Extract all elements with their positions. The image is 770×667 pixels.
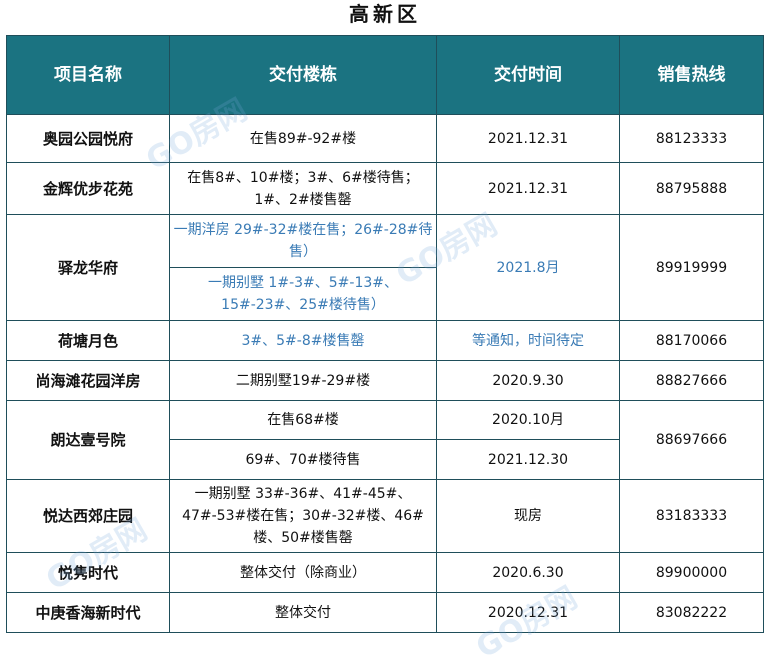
buildings-cell: 整体交付 [169,592,437,633]
header-project-name: 项目名称 [6,35,170,115]
table-row: 朗达壹号院 在售68#楼 2020.10月 88697666 [6,400,764,480]
header-delivery-time: 交付时间 [436,35,620,115]
buildings-cell: 整体交付（除商业） [169,552,437,593]
table-row: 悦达西郊庄园 一期别墅 33#-36#、41#-45#、47#-53#楼在售；3… [6,479,764,553]
table-row: 金辉优步花苑 在售8#、10#楼；3#、6#楼待售；1#、2#楼售罄 2021.… [6,162,764,215]
header-buildings: 交付楼栋 [169,35,437,115]
project-name: 驿龙华府 [6,214,170,321]
buildings-cell: 一期洋房 29#-32#楼在售；26#-28#待售） [169,214,437,268]
project-name: 金辉优步花苑 [6,162,170,215]
delivery-time-cell: 2021.12.30 [436,439,620,480]
project-name: 朗达壹号院 [6,400,170,480]
delivery-time-cell: 2021.8月 [436,214,620,321]
hotline-cell: 83183333 [619,479,764,553]
table-row: 驿龙华府 一期洋房 29#-32#楼在售；26#-28#待售） 2021.8月 … [6,214,764,321]
page-title: 高新区 [349,2,421,26]
hotline-cell: 88795888 [619,162,764,215]
table-row: 荷塘月色 3#、5#-8#楼售罄 等通知，时间待定 88170066 [6,320,764,361]
buildings-cell: 在售8#、10#楼；3#、6#楼待售；1#、2#楼售罄 [169,162,437,215]
buildings-cell: 3#、5#-8#楼售罄 [169,320,437,361]
hotline-cell: 88697666 [619,400,764,480]
delivery-time-cell: 2020.10月 [436,400,620,440]
hotline-cell: 89919999 [619,214,764,321]
project-name: 中庚香海新时代 [6,592,170,633]
header-row: 项目名称 交付楼栋 交付时间 销售热线 [6,35,764,115]
delivery-time-cell: 2021.12.31 [436,162,620,215]
buildings-cell: 在售89#-92#楼 [169,114,437,163]
buildings-cell: 一期别墅 1#-3#、5#-13#、15#-23#、25#楼待售） [169,267,437,321]
delivery-time-cell: 2020.9.30 [436,360,620,401]
hotline-cell: 88827666 [619,360,764,401]
delivery-time-cell: 2020.6.30 [436,552,620,593]
table-row: 奥园公园悦府 在售89#-92#楼 2021.12.31 88123333 [6,114,764,163]
delivery-time-cell: 2020.12.31 [436,592,620,633]
hotline-cell: 88123333 [619,114,764,163]
table-row: 悦隽时代 整体交付（除商业） 2020.6.30 89900000 [6,552,764,593]
table-row: 中庚香海新时代 整体交付 2020.12.31 83082222 [6,592,764,633]
table-row: 尚海滩花园洋房 二期别墅19#-29#楼 2020.9.30 88827666 [6,360,764,401]
project-name: 悦达西郊庄园 [6,479,170,553]
buildings-cell: 二期别墅19#-29#楼 [169,360,437,401]
hotline-cell: 89900000 [619,552,764,593]
buildings-cell: 一期别墅 33#-36#、41#-45#、47#-53#楼在售；30#-32#楼… [169,479,437,553]
project-name: 尚海滩花园洋房 [6,360,170,401]
hotline-cell: 83082222 [619,592,764,633]
delivery-table: 项目名称 交付楼栋 交付时间 销售热线 奥园公园悦府 在售89#-92#楼 20… [6,35,764,633]
project-name: 荷塘月色 [6,320,170,361]
project-name: 奥园公园悦府 [6,114,170,163]
hotline-cell: 88170066 [619,320,764,361]
delivery-time-cell: 等通知，时间待定 [436,320,620,361]
buildings-cell: 在售68#楼 [169,400,437,440]
delivery-time-cell: 现房 [436,479,620,553]
delivery-time-cell: 2021.12.31 [436,114,620,163]
buildings-cell: 69#、70#楼待售 [169,439,437,480]
header-hotline: 销售热线 [619,35,764,115]
project-name: 悦隽时代 [6,552,170,593]
